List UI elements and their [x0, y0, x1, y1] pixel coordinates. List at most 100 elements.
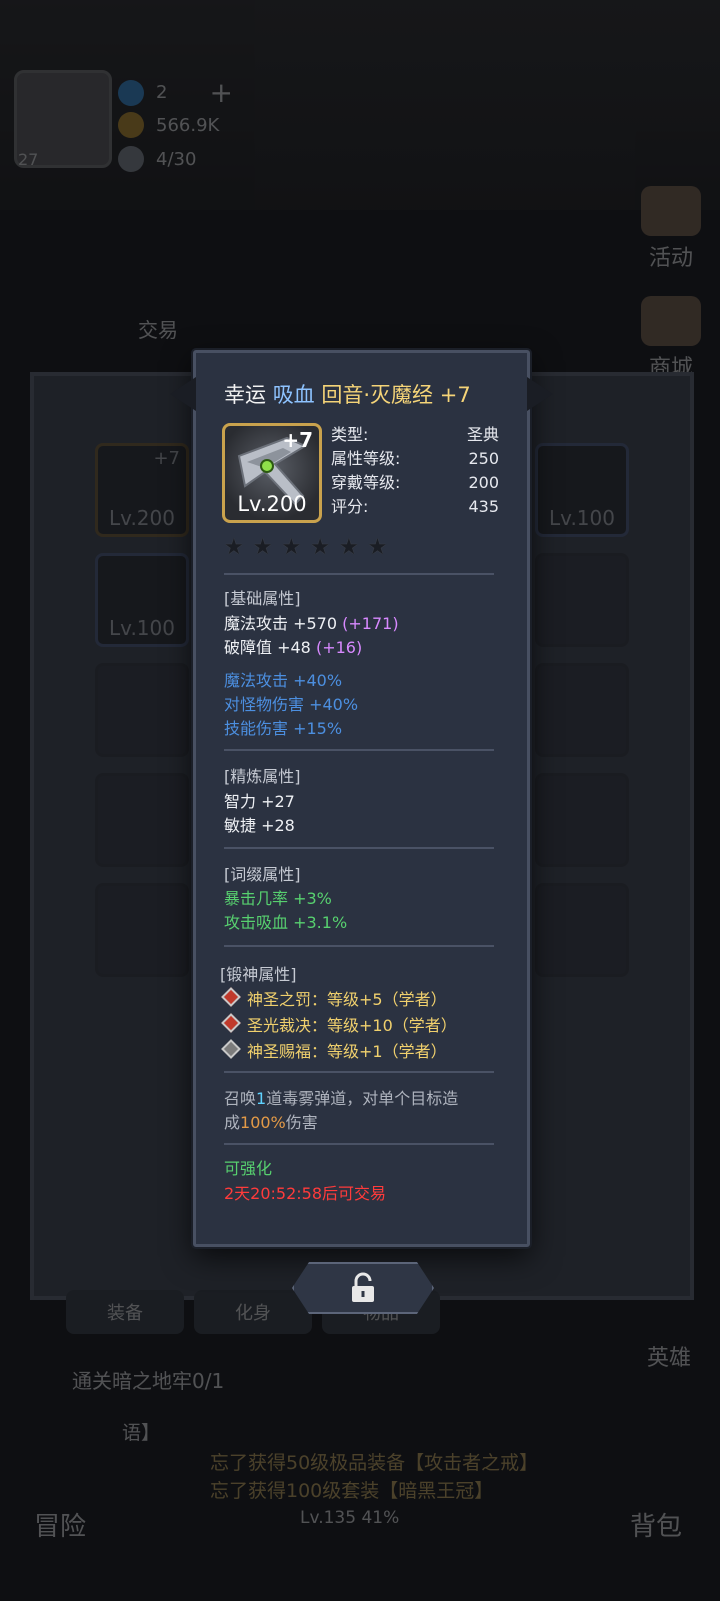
tab-avatar[interactable]: 化身: [194, 1290, 312, 1334]
equip-slot[interactable]: Lv.100: [95, 553, 189, 647]
base-stat-value: 破障值 +48: [224, 638, 311, 657]
activity-icon: [641, 186, 701, 236]
tab-equipment[interactable]: 装备: [66, 1290, 184, 1334]
equip-slot-empty[interactable]: [535, 553, 629, 647]
star-icon: ★: [281, 535, 302, 560]
shop-icon: [641, 296, 701, 346]
blue-stat: 对怪物伤害 +40%: [224, 695, 359, 714]
chat-line: 忘了获得100级套装【暗黑王冠】: [210, 1480, 494, 1502]
forge-stat: 神圣之罚：等级+5（学者）: [221, 986, 447, 1010]
forge-stat: 神圣赐福：等级+1（学者）: [221, 1038, 447, 1062]
refine-attr-header: [精炼属性]: [224, 767, 301, 786]
diamond-count: 2: [156, 82, 168, 103]
activity-button[interactable]: 活动: [628, 186, 714, 272]
info-score: 评分: 435: [331, 495, 499, 519]
blue-stat: 技能伤害 +15%: [224, 719, 343, 738]
divider: [224, 1143, 494, 1145]
stamina-icon: [118, 146, 144, 172]
info-value: 250: [468, 449, 499, 468]
equip-slot-empty[interactable]: [95, 663, 189, 757]
divider: [224, 847, 494, 849]
forge-attr-header: [锻神属性]: [220, 965, 297, 984]
skill-description-line2: 成100%伤害: [224, 1109, 318, 1133]
stamina-count: 4/30: [156, 148, 197, 170]
star-icon: ★: [338, 535, 359, 560]
refine-stat: 智力 +27: [224, 792, 295, 811]
equip-slot[interactable]: Lv.100: [535, 443, 629, 537]
adventure-button[interactable]: 冒险: [34, 1506, 86, 1543]
base-stat: 魔法攻击 +570 (+171): [224, 610, 399, 634]
info-label: 属性等级:: [331, 449, 401, 468]
star-icon: ★: [252, 535, 273, 560]
item-tooltip: 幸运 吸血 回音·灭魔经 +7 +7 Lv.200 类型: 圣典 属性等级: 2…: [170, 350, 553, 1247]
divider: [224, 573, 494, 575]
trade-timer: 2天20:52:58后可交易: [224, 1184, 387, 1203]
equip-slot-empty[interactable]: [535, 773, 629, 867]
info-attr-level: 属性等级: 250: [331, 447, 499, 471]
title-prefix: 幸运: [224, 383, 266, 407]
refine-stat: 敏捷 +28: [224, 816, 295, 835]
title-affix: 吸血: [272, 383, 315, 407]
hero-button[interactable]: 英雄: [626, 1340, 712, 1372]
resource-diamond: 2 +: [118, 76, 233, 109]
skill-description-line1: 召唤1道毒雾弹道，对单个目标造: [224, 1085, 458, 1109]
chat-line: 忘了获得50级极品装备【攻击者之戒】: [210, 1452, 539, 1474]
base-stat: 破障值 +48 (+16): [224, 634, 362, 658]
gold-icon: [118, 112, 144, 138]
forge-stat-text: 神圣之罚：等级+5（学者）: [247, 990, 447, 1009]
exp-text: Lv.135 41%: [300, 1508, 400, 1528]
base-attr-header: [基础属性]: [224, 589, 301, 608]
gray-gem-icon: [221, 1039, 241, 1059]
slot-level: Lv.100: [109, 616, 175, 640]
item-icon-frame: +7 Lv.200: [222, 423, 322, 523]
desc-text: 伤害: [285, 1113, 318, 1132]
hero-label: 英雄: [646, 1346, 691, 1371]
info-wear-level: 穿戴等级: 200: [331, 471, 499, 495]
star-icon: ★: [367, 535, 388, 560]
info-label: 穿戴等级:: [331, 473, 401, 492]
desc-number: 1: [256, 1089, 267, 1108]
title-name: 回音·灭魔经 +7: [321, 383, 471, 407]
affix-attr-header: [词缀属性]: [224, 865, 301, 884]
item-level: Lv.200: [237, 492, 307, 516]
divider: [224, 1071, 494, 1073]
info-value: 圣典: [466, 425, 499, 444]
lock-icon: [352, 1272, 374, 1302]
desc-text: 召唤: [224, 1089, 257, 1108]
equip-slot-empty[interactable]: [95, 883, 189, 977]
add-icon[interactable]: +: [209, 76, 232, 109]
star-icon: ★: [224, 535, 244, 560]
bag-button[interactable]: 背包: [630, 1506, 682, 1543]
equip-slot-empty[interactable]: [95, 773, 189, 867]
divider: [224, 749, 494, 751]
star-icon: ★: [310, 535, 330, 560]
mission-text[interactable]: 通关暗之地牢0/1: [72, 1365, 224, 1394]
divider: [224, 945, 494, 947]
desc-text: 道毒雾弹道，对单个目标造: [266, 1089, 459, 1108]
chat-channel: 语】: [122, 1422, 161, 1444]
trade-tab[interactable]: 交易: [138, 318, 178, 342]
desc-text: 成: [224, 1113, 241, 1132]
info-value: 200: [468, 473, 499, 492]
slot-plus: +7: [153, 448, 180, 469]
slot-level: Lv.100: [549, 506, 615, 530]
forge-stat-text: 神圣赐福：等级+1（学者）: [247, 1042, 447, 1061]
lock-button[interactable]: [292, 1262, 434, 1314]
upgradable-label: 可强化: [224, 1159, 273, 1178]
forge-stat-text: 圣光裁决：等级+10（学者）: [247, 1016, 457, 1035]
resource-stamina: 4/30: [118, 146, 196, 172]
player-level: 27: [18, 150, 39, 169]
desc-percent: 100%: [240, 1113, 286, 1132]
item-plus-level: +7: [282, 428, 313, 452]
info-label: 类型:: [331, 425, 369, 444]
equip-slot[interactable]: +7 Lv.200: [95, 443, 189, 537]
info-label: 评分:: [331, 497, 369, 516]
base-stat-bonus: (+171): [342, 614, 399, 633]
equip-slot-empty[interactable]: [535, 663, 629, 757]
item-info: 类型: 圣典 属性等级: 250 穿戴等级: 200 评分: 435: [331, 423, 499, 519]
star-rating: ★ ★ ★ ★ ★ ★: [224, 535, 387, 560]
info-value: 435: [468, 497, 499, 516]
equip-slot-empty[interactable]: [535, 883, 629, 977]
shop-button[interactable]: 商城: [628, 296, 714, 382]
info-type: 类型: 圣典: [331, 423, 499, 447]
